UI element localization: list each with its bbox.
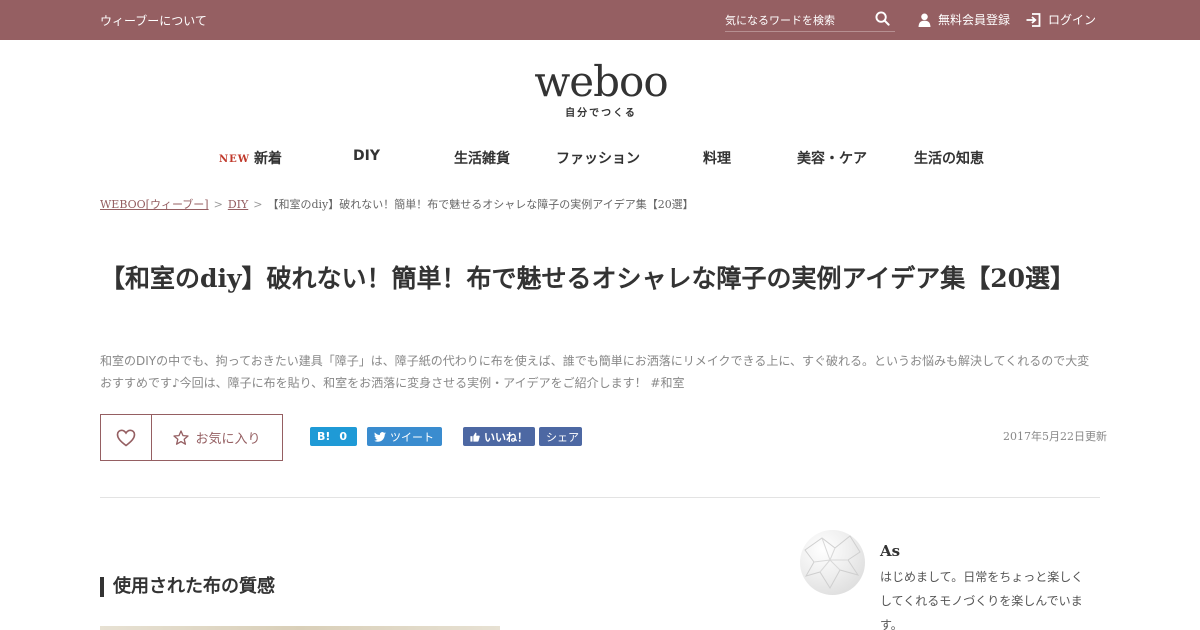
top-bar: ウィーブーについて 無料会員登録 ログイン [0, 0, 1200, 40]
login-icon [1026, 12, 1041, 27]
site-logo[interactable]: weboo 自分でつくる [531, 57, 671, 120]
article-image [100, 626, 500, 630]
hatena-bookmark-button[interactable]: B! 0 [310, 427, 357, 446]
tweet-button[interactable]: ツイート [367, 427, 442, 446]
logo-wordmark: weboo [534, 57, 668, 106]
breadcrumb-home[interactable]: WEBOO[ウィーブー] [100, 198, 209, 211]
search-icon[interactable] [875, 11, 891, 27]
register-link[interactable]: 無料会員登録 [918, 11, 1010, 28]
add-favorite-button[interactable]: お気に入り [151, 414, 283, 461]
facebook-like-button[interactable]: いいね！ [463, 427, 535, 446]
new-badge: NEW [219, 154, 250, 165]
hatena-label: B! [317, 430, 331, 443]
login-label: ログイン [1048, 13, 1097, 27]
heart-icon [116, 428, 136, 447]
user-icon [918, 13, 931, 27]
about-link[interactable]: ウィーブーについて [100, 12, 207, 29]
hatena-count: 0 [339, 430, 348, 443]
section-heading: 使用された布の質感 [100, 577, 275, 597]
breadcrumb: WEBOO[ウィーブー] > DIY > 【和室のdiy】破れない！簡単！布で魅せるオシ… [100, 196, 694, 212]
nav-item-goods[interactable]: 生活雑貨 [454, 148, 510, 168]
logo-tagline: 自分でつくる [565, 108, 637, 119]
star-icon [173, 430, 190, 445]
nav-item-diy[interactable]: DIY [353, 148, 380, 164]
nav-item-label: 新着 [254, 151, 282, 167]
nav-item-beauty[interactable]: 美容・ケア [797, 148, 867, 168]
article-lead: 和室のDIYの中でも、拘っておきたい建具「障子」は、障子紙の代わりに布を使えば、… [100, 354, 1090, 390]
nav-item-fashion[interactable]: ファッション [556, 148, 640, 168]
login-link[interactable]: ログイン [1026, 11, 1096, 28]
nav-item-cooking[interactable]: 料理 [703, 148, 731, 168]
thumbs-up-icon [470, 432, 480, 442]
nav-item-new[interactable]: NEW 新着 [219, 148, 282, 168]
breadcrumb-category[interactable]: DIY [228, 198, 248, 211]
facebook-share-button[interactable]: シェア [539, 427, 582, 446]
updated-date: 2017年5月22日更新 [1003, 430, 1107, 443]
article-title: 【和室のdiy】破れない！簡単！布で魅せるオシャレな障子の実例アイデア集【20選… [100, 264, 1076, 293]
register-label: 無料会員登録 [938, 13, 1011, 27]
breadcrumb-separator: > [253, 198, 263, 211]
author-name[interactable]: As [880, 542, 900, 560]
breadcrumb-separator: > [213, 198, 223, 211]
author-bio: はじめまして。日常をちょっと楽しくしてくれるモノづくりを楽しんでいます。 [880, 570, 1084, 630]
search-box [725, 8, 895, 32]
favorite-label: お気に入り [195, 432, 261, 447]
facebook-like-label: いいね！ [484, 430, 528, 444]
twitter-bird-icon [374, 431, 386, 442]
nav-item-tips[interactable]: 生活の知恵 [914, 148, 984, 168]
tweet-label: ツイート [390, 430, 434, 444]
author-avatar[interactable] [800, 530, 865, 595]
search-input[interactable] [725, 10, 870, 30]
divider [100, 497, 1100, 498]
breadcrumb-current: 【和室のdiy】破れない！簡単！布で魅せるオシャレな障子の実例アイデア集【20選… [267, 198, 694, 211]
main-nav: NEW 新着 DIY 生活雑貨 ファッション 料理 美容・ケア 生活の知恵 [0, 148, 1200, 168]
favorite-heart-button[interactable] [100, 414, 152, 461]
